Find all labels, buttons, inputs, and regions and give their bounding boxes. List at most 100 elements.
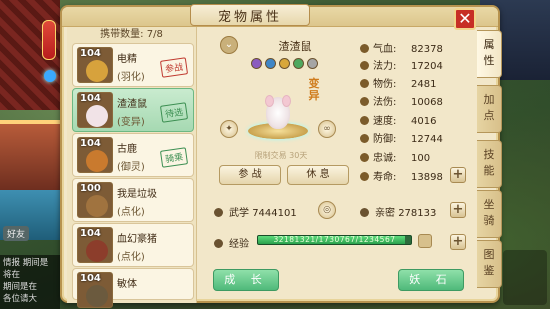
stat-icon [360,44,369,53]
pet-list-item[interactable]: 104 敏体 [72,268,194,308]
grow-button[interactable]: 成 长 [213,269,279,291]
pet-list-type: (羽化) [117,72,145,83]
pet-portrait [86,240,108,262]
pet-status-stamp: 骑乘 [159,147,189,168]
stat-icon [360,61,369,70]
pagoda-building [0,120,60,190]
stat-value: 2481 [411,79,437,90]
system-corner [503,250,547,305]
exp-item-icon[interactable] [418,234,432,248]
intimacy-value: 278133 [398,208,437,219]
pet-ear [282,95,291,107]
element-dot [251,58,262,69]
skill-rune-icon[interactable]: ✦ [220,120,238,138]
element-dots [251,58,318,69]
scroll-icon[interactable]: ◎ [318,201,336,219]
stat-value: 13898 [411,172,443,183]
pet-portrait [86,195,108,217]
stat-label: 物伤: [373,79,397,90]
pet-portrait [86,60,108,82]
stat-plus-button[interactable]: + [450,167,466,183]
stat-row: 法力: 17204 [360,57,443,72]
pet-avatar: 100 [77,182,113,218]
element-dot [293,58,304,69]
intimacy-icon [360,208,369,217]
element-dot [265,58,276,69]
glasses-icon[interactable]: ∞ [318,120,336,138]
exp-row: 经验 [214,235,249,250]
stat-value: 10068 [411,97,443,108]
pet-model-stage[interactable] [238,95,318,145]
pet-avatar: 104 [77,47,113,83]
pet-status-stamp: 参战 [159,57,189,78]
pet-list-item[interactable]: 104 血幻豪猪 (点化) [72,223,194,267]
stat-icon [360,97,369,106]
pet-list-item[interactable]: 100 我是垃圾 (点化) [72,178,194,222]
pet-avatar: 104 [77,137,113,173]
demon-stone-button[interactable]: 妖 石 [398,269,464,291]
pet-portrait [86,105,108,127]
stat-label: 法力: [373,61,397,72]
friend-button[interactable]: 好友 [3,226,30,241]
battle-button[interactable]: 参 战 [219,165,281,185]
side-tab[interactable]: 坐骑 [477,190,502,238]
rest-button[interactable]: 休 息 [287,165,349,185]
element-dot [307,58,318,69]
exp-plus-button[interactable]: + [450,234,466,250]
intimacy-label: 亲密 [375,208,395,219]
exp-progress-bar: 32181321/1730767/1234567 [257,235,412,245]
exp-label: 经验 [229,239,249,250]
stat-icon [360,172,369,181]
window-title: 宠物属性 [217,9,282,25]
pet-ear [265,95,274,107]
side-tab[interactable]: 加点 [477,85,502,133]
gourd-icon[interactable] [42,20,56,60]
side-tab[interactable]: 图鉴 [477,240,502,288]
martial-value: 7444101 [252,208,297,219]
pet-avatar: 104 [77,272,113,308]
stat-label: 法伤: [373,97,397,108]
martial-icon [214,208,223,217]
stat-icon [360,79,369,88]
chat-line: 期间是在 [3,282,38,292]
pet-list-item[interactable]: 104 渣渣鼠 (变异) 待选 [72,88,194,132]
martial-label: 武学 [229,208,249,219]
pet-list-name: 我是垃圾 [117,189,157,200]
chat-line: 情报 期间是 [3,258,49,268]
stat-icon [360,153,369,162]
chat-log[interactable]: 情报 期间是 将在 期间是在 各位请大 [0,255,60,309]
pet-level: 104 [80,228,101,239]
pet-list-item[interactable]: 104 古鹿 (御灵) 骑乘 [72,133,194,177]
pet-list-name: 电精 [117,54,137,65]
pet-portrait [86,285,108,307]
chevron-down-icon[interactable]: ⌄ [220,36,238,54]
window-title-plate: 宠物属性 [190,4,310,26]
pet-list-name: 渣渣鼠 [117,99,147,110]
chat-line: 各位请大 [3,294,38,304]
pet-level: 100 [80,183,101,194]
orb-icon[interactable] [44,70,56,82]
pet-list-type: (点化) [117,207,145,218]
exp-value: 32181321/1730767/1234567 [273,235,396,244]
close-button[interactable]: ✕ [454,8,476,30]
stat-value: 12744 [411,134,443,145]
stat-value: 100 [411,153,431,164]
stat-icon [360,116,369,125]
stat-row: 忠诚: 100 [360,149,431,164]
pet-list-name: 血幻豪猪 [117,234,157,245]
stat-row: 物伤: 2481 [360,75,437,90]
stat-value: 17204 [411,61,443,72]
pet-portrait [86,150,108,172]
element-dot [279,58,290,69]
side-tab[interactable]: 技能 [477,140,502,188]
pet-list-type: (御灵) [117,162,145,173]
pet-list-item[interactable]: 104 电精 (羽化) 参战 [72,43,194,87]
stat-row: 速度: 4016 [360,112,436,127]
pet-count: 携带数量: 7/8 [100,29,163,40]
pet-level: 104 [80,138,101,149]
stat-label: 寿命: [373,172,397,183]
stat-row: 气血: 82378 [360,40,443,55]
pet-avatar: 104 [77,92,113,128]
intimacy-plus-button[interactable]: + [450,202,466,218]
side-tab[interactable]: 属性 [477,30,502,78]
